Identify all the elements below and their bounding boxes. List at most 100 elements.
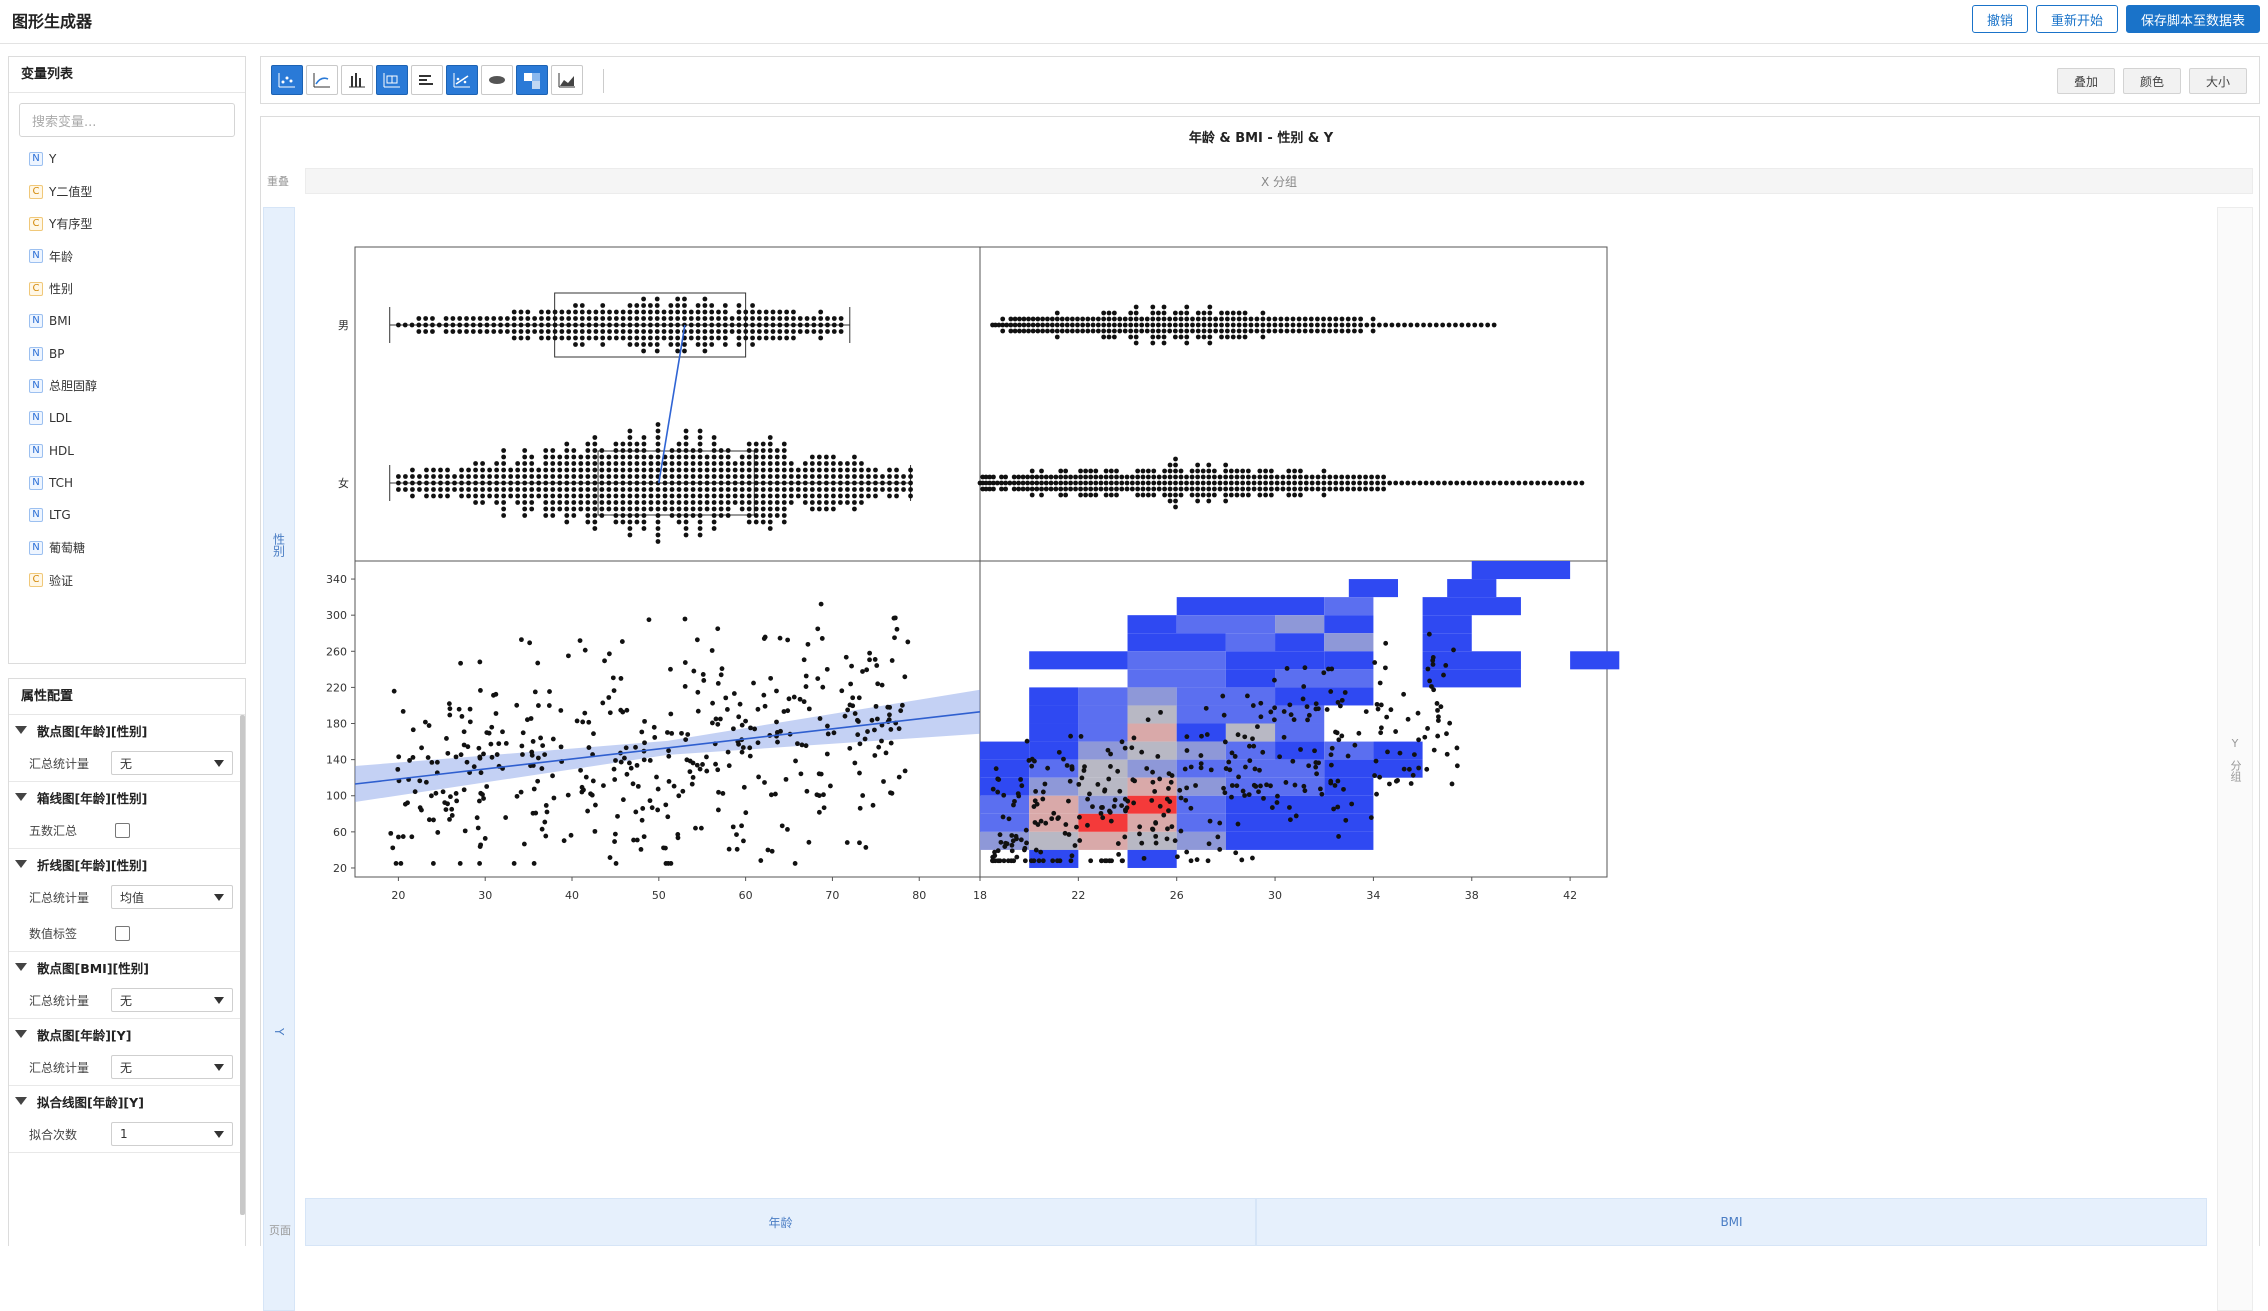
bmi-point [1573,480,1578,486]
property-select[interactable]: 无 [111,1055,233,1079]
color-button[interactable]: 颜色 [2123,68,2181,94]
age-point-male [716,316,721,321]
bmi-point [1240,486,1246,492]
age-y-point [440,789,446,795]
bmi-y-point [1283,780,1289,785]
bmi-y-point [1119,858,1125,864]
property-select[interactable]: 无 [111,988,233,1012]
categorical-type-icon: C [29,216,43,231]
property-select[interactable]: 1 [111,1122,233,1146]
bmi-point [1245,474,1251,480]
undo-button[interactable]: 撤销 [1972,5,2028,33]
heatmap-icon[interactable] [516,65,548,95]
age-point-female [438,467,443,473]
variable-item[interactable]: N LTG [9,499,245,531]
points-bar-icon[interactable] [341,65,373,95]
property-section-header[interactable]: 散点图[年龄][性别] [9,715,245,745]
variable-item[interactable]: C Y二值型 [9,175,245,207]
variable-item[interactable]: N HDL [9,435,245,467]
scatter-icon[interactable] [271,65,303,95]
variable-item[interactable]: N 年龄 [9,240,245,272]
property-section-header[interactable]: 散点图[BMI][性别] [9,952,245,982]
variable-item[interactable]: N BP [9,337,245,369]
age-y-point [395,766,401,772]
ellipse-icon[interactable] [481,65,513,95]
area-chart-icon[interactable] [551,65,583,95]
age-point-female [578,461,584,466]
x-group-zone[interactable]: X 分组 [305,168,2253,194]
graph-canvas[interactable]: 男女206010014018022026030034020 30 40 50 60 70 8… [299,207,2259,1207]
collapse-triangle-icon[interactable] [15,1097,27,1105]
collapse-triangle-icon[interactable] [15,726,27,734]
age-point-male [641,322,646,328]
restart-button[interactable]: 重新开始 [2036,5,2118,33]
property-checkbox[interactable] [115,822,130,838]
bmi-point [1263,486,1268,492]
property-select[interactable]: 无 [111,751,233,775]
bmi-point [1298,486,1303,492]
age-point-female [627,532,633,538]
bmi-point [1172,322,1178,328]
property-checkbox[interactable] [115,925,130,941]
variable-item[interactable]: C 性别 [9,273,245,305]
variable-item[interactable]: N 葡萄糖 [9,532,245,564]
overlay-drop-label[interactable]: 重叠 [263,169,293,193]
bmi-point [1083,486,1089,492]
variable-item[interactable]: N LDL [9,402,245,434]
bmi-point [1167,328,1173,334]
y-axis-drop-zone[interactable]: 性别 Y [263,207,295,1311]
save-script-button[interactable]: 保存脚本至数据表 [2126,5,2260,33]
bmi-point [1020,474,1026,480]
bmi-point [1189,474,1195,480]
age-point-male [457,316,463,321]
property-section-header[interactable]: 拟合线图[年龄][Y] [9,1086,245,1116]
collapse-triangle-icon[interactable] [15,793,27,801]
bmi-point [1017,316,1022,322]
collapse-triangle-icon[interactable] [15,860,27,868]
collapse-triangle-icon[interactable] [15,1030,27,1038]
bmi-point [1314,316,1320,322]
bmi-y-point [1183,797,1189,803]
age-point-male [511,316,517,321]
variable-item[interactable]: N BMI [9,305,245,337]
box-plot-icon[interactable] [376,65,408,95]
age-point-male [504,329,510,334]
age-y-point [865,729,870,734]
variable-item[interactable]: C Y有序型 [9,208,245,240]
variable-item[interactable]: C 验证 [9,564,245,596]
age-y-point [713,716,719,722]
variable-search-input[interactable]: 搜索变量... [19,103,235,137]
bmi-point [1274,480,1280,486]
property-section-header[interactable]: 箱线图[年龄][性别] [9,782,245,812]
property-select[interactable]: 均值 [111,885,233,909]
size-button[interactable]: 大小 [2189,68,2247,94]
bmi-point [1309,474,1315,480]
age-point-female [403,480,408,486]
variable-item[interactable]: N 总胆固醇 [9,370,245,402]
page-drop-label[interactable]: 页面 [263,1217,297,1243]
bmi-point [1026,322,1031,328]
bmi-y-point [1242,793,1247,798]
property-scrollbar[interactable] [240,715,245,1215]
line-fit-icon[interactable] [446,65,478,95]
smoother-icon[interactable] [306,65,338,95]
age-point-male [423,329,429,334]
bmi-point [1039,492,1044,498]
collapse-triangle-icon[interactable] [15,963,27,971]
heatmap-cell [1127,687,1177,706]
age-point-female [823,454,829,460]
bmi-point [1369,486,1374,492]
variable-item[interactable]: N TCH [9,467,245,499]
bmi-point [1363,480,1368,486]
variable-list-title: 变量列表 [9,57,245,93]
variable-item[interactable]: NY [9,143,245,175]
property-section-header[interactable]: 折线图[年龄][性别] [9,849,245,879]
age-point-male [661,309,667,315]
age-point-male [525,335,531,341]
bmi-point [1195,474,1201,480]
property-section-header[interactable]: 散点图[年龄][Y] [9,1019,245,1049]
age-point-female [859,500,864,505]
bar-chart-icon[interactable] [411,65,443,95]
overlay-button[interactable]: 叠加 [2057,68,2115,94]
age-y-point [857,805,863,811]
